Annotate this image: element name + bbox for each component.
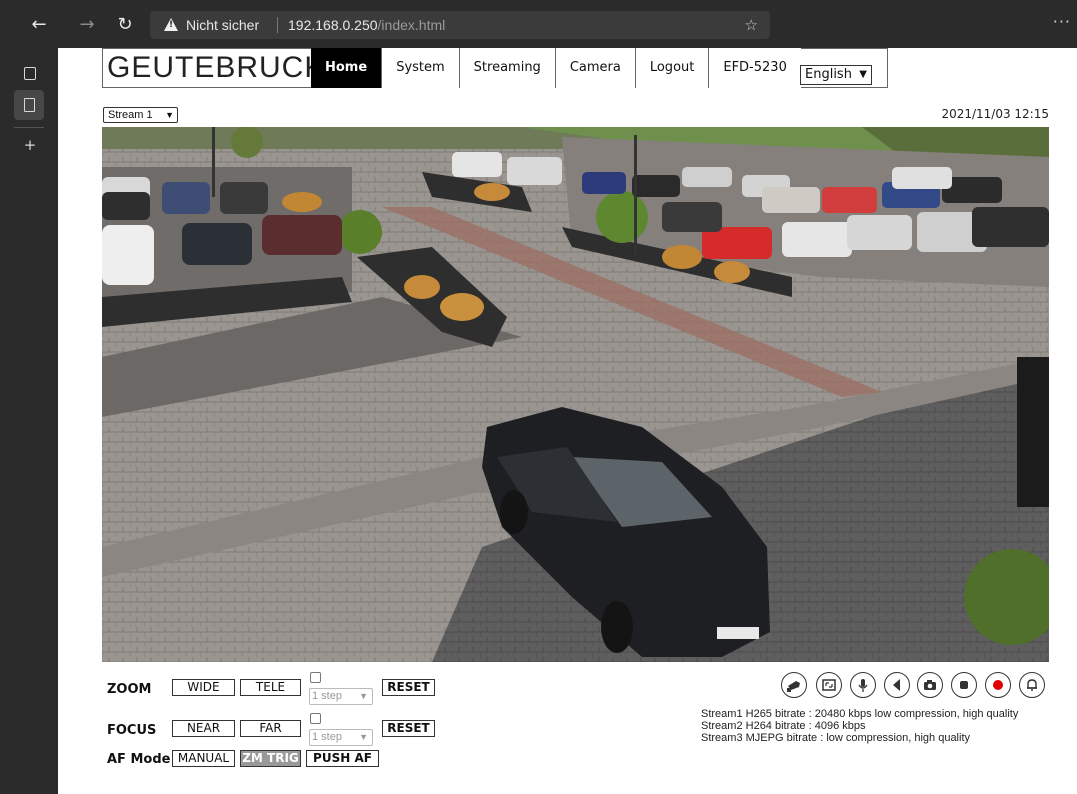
focus-far-button[interactable]: FAR bbox=[240, 720, 301, 737]
nav-home[interactable]: Home bbox=[311, 48, 382, 88]
nav-camera[interactable]: Camera bbox=[554, 48, 635, 88]
ptz-icon[interactable] bbox=[781, 672, 807, 698]
stream-info: Stream1 H265 bitrate : 20480 kbps low co… bbox=[701, 708, 1018, 744]
nav-logout[interactable]: Logout bbox=[634, 48, 709, 88]
live-video[interactable] bbox=[102, 127, 1049, 662]
stream-info-line: Stream2 H264 bitrate : 4096 kbps bbox=[701, 720, 866, 732]
af-manual-button[interactable]: MANUAL bbox=[172, 750, 235, 767]
zoom-wide-button[interactable]: WIDE bbox=[172, 679, 235, 696]
zoom-tele-button[interactable]: TELE bbox=[240, 679, 301, 696]
stream-select[interactable]: Stream 1 ▼ bbox=[103, 107, 178, 123]
address-separator bbox=[277, 17, 278, 33]
timestamp: 2021/11/03 12:15 bbox=[941, 107, 1049, 121]
focus-label: FOCUS bbox=[107, 723, 157, 738]
focus-reset-button[interactable]: RESET bbox=[382, 720, 435, 737]
camera-scene bbox=[102, 127, 1049, 662]
url-text[interactable]: 192.168.0.250/index.html bbox=[288, 17, 445, 33]
url-host: 192.168.0.250 bbox=[288, 17, 378, 33]
chevron-down-icon: ▼ bbox=[359, 732, 368, 742]
alarm-icon[interactable] bbox=[1019, 672, 1045, 698]
browser-sidebar: + bbox=[0, 48, 58, 794]
nav-streaming[interactable]: Streaming bbox=[458, 48, 555, 88]
security-label[interactable]: Nicht sicher bbox=[186, 17, 259, 33]
zoom-step-value: 1 step bbox=[312, 690, 342, 702]
new-tab-icon[interactable]: + bbox=[19, 134, 41, 156]
zoom-label: ZOOM bbox=[107, 682, 152, 697]
browser-toolbar: ← → ↻ Nicht sicher 192.168.0.250/index.h… bbox=[0, 0, 1077, 48]
focus-near-button[interactable]: NEAR bbox=[172, 720, 235, 737]
warning-icon bbox=[164, 18, 178, 31]
snapshot-icon[interactable] bbox=[917, 672, 943, 698]
url-path: /index.html bbox=[377, 17, 446, 33]
focus-step-select[interactable]: 1 step ▼ bbox=[309, 729, 373, 746]
header-bar: GEUTEBRUCK Home System Streaming Camera … bbox=[102, 48, 888, 88]
zoom-step-select[interactable]: 1 step ▼ bbox=[309, 688, 373, 705]
nav-model[interactable]: EFD-5230 bbox=[708, 48, 801, 88]
back-icon[interactable]: ← bbox=[28, 14, 50, 36]
camera-web-page: GEUTEBRUCK Home System Streaming Camera … bbox=[58, 48, 1077, 794]
stream-select-value: Stream 1 bbox=[108, 109, 153, 121]
microphone-icon[interactable] bbox=[850, 672, 876, 698]
af-zm-trig-button[interactable]: ZM TRIG bbox=[240, 750, 301, 767]
language-select[interactable]: English ▼ bbox=[800, 65, 872, 85]
sidebar-divider bbox=[14, 127, 44, 128]
chevron-down-icon: ▼ bbox=[859, 69, 867, 80]
focus-step-checkbox[interactable] bbox=[310, 713, 321, 724]
forward-icon[interactable]: → bbox=[76, 14, 98, 36]
chevron-down-icon: ▼ bbox=[165, 110, 174, 120]
favorites-icon[interactable]: ☆ bbox=[745, 16, 758, 34]
stream-info-line: Stream3 MJEPG bitrate : low compression,… bbox=[701, 732, 971, 744]
chevron-down-icon: ▼ bbox=[359, 691, 368, 701]
zoom-reset-button[interactable]: RESET bbox=[382, 679, 435, 696]
nav-system[interactable]: System bbox=[381, 48, 459, 88]
zoom-step-checkbox[interactable] bbox=[310, 672, 321, 683]
stop-icon[interactable] bbox=[951, 672, 977, 698]
record-icon[interactable] bbox=[985, 672, 1011, 698]
focus-step-value: 1 step bbox=[312, 731, 342, 743]
address-bar[interactable]: Nicht sicher 192.168.0.250/index.html ☆ bbox=[150, 11, 770, 39]
speaker-icon[interactable] bbox=[884, 672, 910, 698]
af-push-button[interactable]: PUSH AF bbox=[306, 750, 379, 767]
language-value: English bbox=[805, 67, 852, 82]
more-menu-icon[interactable]: ··· bbox=[1053, 12, 1071, 31]
page-tab-icon[interactable] bbox=[14, 90, 44, 120]
tab-actions-icon[interactable] bbox=[19, 62, 41, 84]
af-mode-label: AF Mode bbox=[107, 752, 171, 767]
brand-logo: GEUTEBRUCK bbox=[107, 51, 326, 84]
stream-info-line: Stream1 H265 bitrate : 20480 kbps low co… bbox=[701, 708, 1019, 720]
reload-icon[interactable]: ↻ bbox=[114, 14, 136, 36]
main-nav: Home System Streaming Camera Logout EFD-… bbox=[311, 48, 801, 88]
fullscreen-icon[interactable] bbox=[816, 672, 842, 698]
